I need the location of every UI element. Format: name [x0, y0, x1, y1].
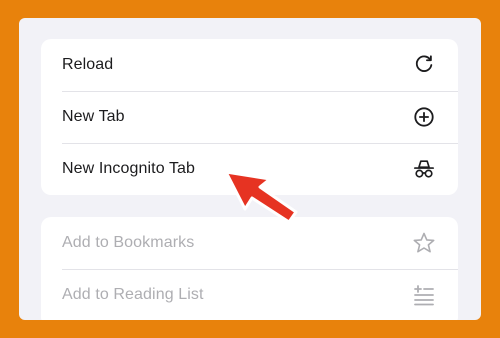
menu-item-add-to-reading-list[interactable]: Add to Reading List: [41, 269, 458, 320]
reading-list-icon: [412, 283, 436, 307]
menu-item-label: New Tab: [62, 108, 125, 125]
menu-item-label: Add to Bookmarks: [62, 234, 195, 251]
menu-item-reload[interactable]: Reload: [41, 39, 458, 91]
star-icon: [412, 231, 436, 255]
annotation-arrow-icon: [224, 170, 298, 224]
menu-item-label: Reload: [62, 56, 114, 73]
menu-group-saving: Add to Bookmarks Add to Reading List: [41, 217, 458, 320]
menu-item-label: New Incognito Tab: [62, 160, 196, 177]
plus-circle-icon: [412, 105, 436, 129]
menu-item-new-tab[interactable]: New Tab: [41, 91, 458, 143]
menu-item-label: Add to Reading List: [62, 286, 204, 303]
reload-icon: [412, 53, 436, 77]
incognito-icon: [412, 157, 436, 181]
